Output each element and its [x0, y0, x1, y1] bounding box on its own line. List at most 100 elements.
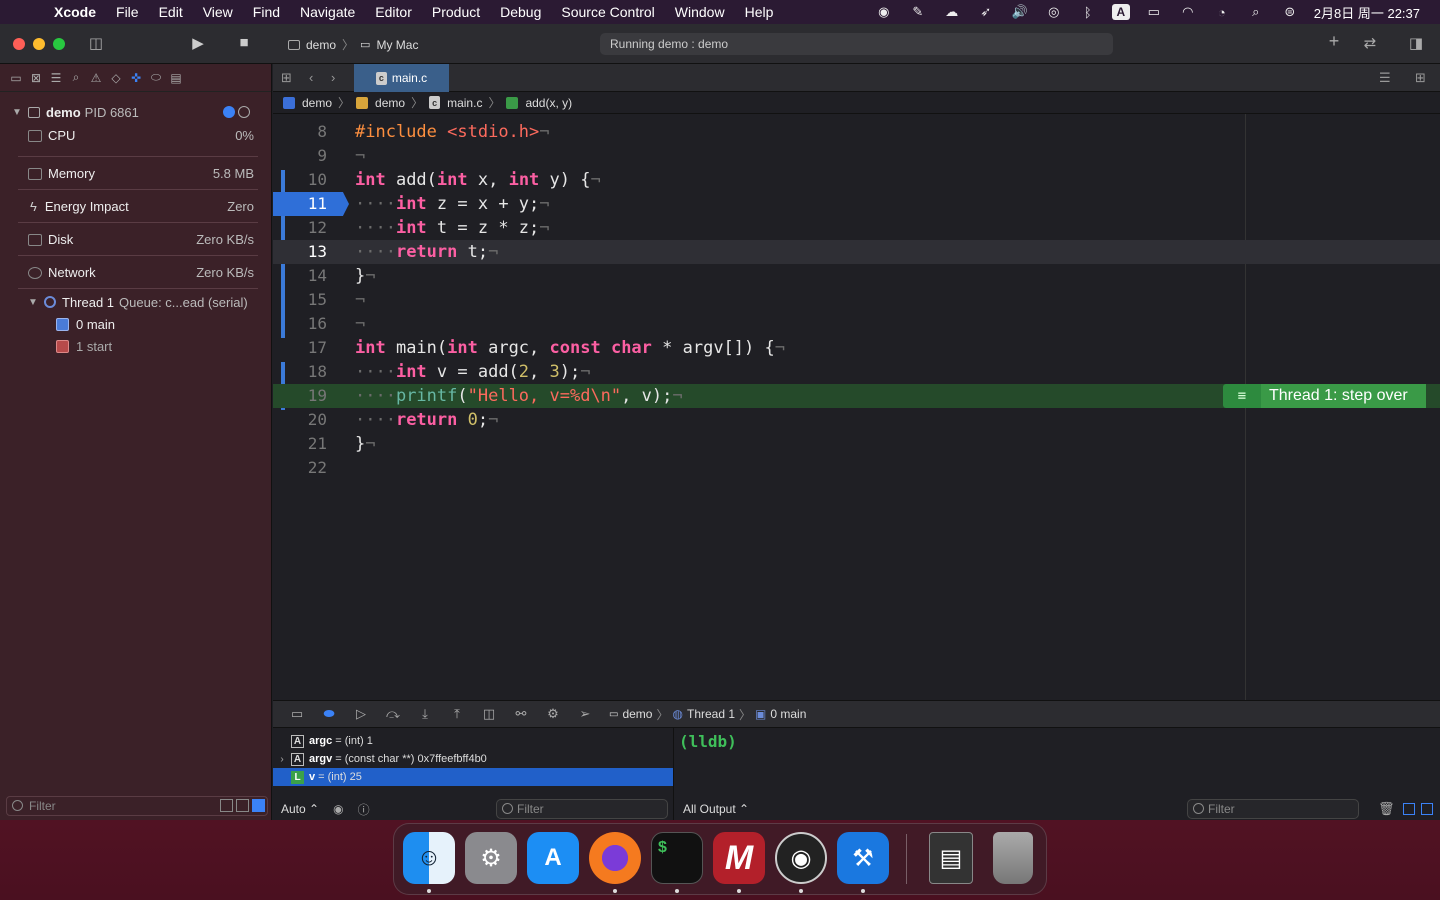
- issue-icon[interactable]: ⚠: [86, 71, 106, 85]
- control-center-icon[interactable]: ⊜: [1280, 4, 1300, 20]
- gauge-disk[interactable]: Disk Zero KB/s: [0, 223, 272, 256]
- simulate-location-icon[interactable]: ➢: [569, 706, 601, 722]
- terminal-icon[interactable]: $: [651, 832, 703, 884]
- filter-option-icon[interactable]: [220, 799, 233, 812]
- filter-option-icon[interactable]: [252, 799, 265, 812]
- variables-scope-popup[interactable]: Auto ⌃: [281, 802, 319, 816]
- thread-pc-label[interactable]: ≡ Thread 1: step over: [1223, 384, 1426, 408]
- source-editor[interactable]: 8 #include <stdio.h>¬ 9 ¬ 10 int add(int…: [273, 114, 1440, 700]
- instruction-pointer-icon[interactable]: ≡: [1223, 384, 1261, 408]
- menu-edit[interactable]: Edit: [159, 4, 183, 20]
- report-icon[interactable]: ▤: [166, 71, 186, 85]
- wifi-icon[interactable]: ◠: [1178, 4, 1198, 20]
- matlab-icon[interactable]: M: [713, 832, 765, 884]
- gauge-cpu[interactable]: CPU 0%: [0, 124, 272, 157]
- user-icon[interactable]: ◔: [1212, 4, 1232, 20]
- tab-main-c[interactable]: c main.c: [354, 64, 449, 92]
- gauge-network[interactable]: Network Zero KB/s: [0, 256, 272, 289]
- eye-icon[interactable]: ◉: [333, 802, 343, 816]
- search-icon[interactable]: ⌕: [66, 70, 86, 85]
- crumb-process[interactable]: demo: [622, 707, 652, 721]
- firefox-icon[interactable]: [589, 832, 641, 884]
- inspector-toggle-icon[interactable]: ◨: [1405, 34, 1427, 52]
- menu-navigate[interactable]: Navigate: [300, 4, 355, 20]
- app-store-icon[interactable]: A: [527, 832, 579, 884]
- xcode-icon[interactable]: ⚒: [837, 832, 889, 884]
- step-out-icon[interactable]: ⤒: [441, 706, 473, 722]
- stop-button-icon[interactable]: ■: [233, 34, 255, 51]
- jump-project[interactable]: demo: [302, 96, 332, 110]
- view-hierarchy-icon[interactable]: ◫: [473, 706, 505, 722]
- feather-icon[interactable]: ✎: [908, 4, 928, 20]
- gauge-energy[interactable]: ϟ Energy Impact Zero: [0, 190, 272, 223]
- zoom-button[interactable]: [53, 38, 65, 50]
- filter-option-icon[interactable]: [236, 799, 249, 812]
- frame-row[interactable]: 1 start: [0, 335, 272, 357]
- variable-row[interactable]: A argc = (int) 1: [273, 732, 673, 750]
- process-row[interactable]: ▼ demo PID 6861: [0, 100, 272, 124]
- disclosure-down-icon[interactable]: ▼: [12, 107, 24, 118]
- info-icon[interactable]: ⓘ: [358, 801, 370, 818]
- variables-filter[interactable]: Filter: [496, 799, 668, 819]
- pause-icon[interactable]: [238, 106, 250, 118]
- menu-debug[interactable]: Debug: [500, 4, 541, 20]
- menu-source-control[interactable]: Source Control: [561, 4, 654, 20]
- thread-row[interactable]: ▼ Thread 1 Queue: c...ead (serial): [0, 291, 272, 313]
- gauge-memory[interactable]: Memory 5.8 MB: [0, 157, 272, 190]
- system-preferences-icon[interactable]: ⚙: [465, 832, 517, 884]
- console-filter[interactable]: Filter: [1187, 799, 1359, 819]
- navigator-filter[interactable]: Filter: [6, 796, 268, 816]
- breakpoints-toggle-icon[interactable]: ⬬: [313, 706, 345, 722]
- bluetooth-icon[interactable]: ᛒ: [1078, 4, 1098, 20]
- environment-overrides-icon[interactable]: ⚙: [537, 706, 569, 722]
- jump-group[interactable]: demo: [375, 96, 405, 110]
- menu-app[interactable]: Xcode: [54, 4, 96, 20]
- input-source-icon[interactable]: A: [1111, 4, 1130, 20]
- spotlight-icon[interactable]: ⌕: [1246, 4, 1266, 20]
- grid-icon[interactable]: ⊞: [281, 70, 292, 86]
- breakpoint-icon[interactable]: ⬭: [146, 70, 166, 85]
- library-plus-icon[interactable]: +: [1323, 31, 1345, 52]
- source-control-icon[interactable]: ⊠: [26, 71, 46, 85]
- close-button[interactable]: [13, 38, 25, 50]
- trash-icon[interactable]: [993, 832, 1033, 884]
- editor-options-icon[interactable]: ☰: [1379, 70, 1391, 86]
- disclosure-right-icon[interactable]: ›: [273, 754, 291, 765]
- code-review-icon[interactable]: ⇄: [1359, 34, 1381, 52]
- hide-debug-area-icon[interactable]: ▭: [281, 706, 313, 722]
- battery-icon[interactable]: ▭: [1144, 4, 1164, 20]
- variable-row-selected[interactable]: L v = (int) 25: [273, 768, 673, 786]
- disclosure-down-icon[interactable]: ▼: [28, 297, 40, 308]
- volume-icon[interactable]: 🔊: [1010, 4, 1030, 20]
- jump-file[interactable]: main.c: [447, 96, 482, 110]
- menu-editor[interactable]: Editor: [375, 4, 412, 20]
- cloud-icon[interactable]: ☁: [942, 4, 962, 20]
- obs-icon[interactable]: ◉: [775, 832, 827, 884]
- menu-help[interactable]: Help: [745, 4, 774, 20]
- airdrop-icon[interactable]: ◎: [1044, 4, 1064, 20]
- menu-window[interactable]: Window: [675, 4, 725, 20]
- jump-function[interactable]: add(x, y): [525, 96, 572, 110]
- rocket-icon[interactable]: ➶: [976, 4, 996, 20]
- trash-icon[interactable]: 🗑: [1378, 801, 1395, 817]
- variable-row[interactable]: › A argv = (const char **) 0x7ffeefbff4b…: [273, 750, 673, 768]
- menu-find[interactable]: Find: [253, 4, 280, 20]
- step-into-icon[interactable]: ⤓: [409, 706, 441, 722]
- console-view[interactable]: (lldb) All Output ⌃ Filter 🗑: [675, 728, 1440, 820]
- forward-icon[interactable]: ›: [331, 70, 335, 85]
- split-right-icon[interactable]: [1421, 803, 1433, 815]
- step-over-icon[interactable]: ⤼: [377, 706, 409, 722]
- continue-icon[interactable]: ▷: [345, 706, 377, 722]
- memory-graph-icon[interactable]: ⚯: [505, 706, 537, 722]
- obs-icon[interactable]: ◉: [874, 4, 894, 20]
- finder-icon[interactable]: ☺: [403, 832, 455, 884]
- split-editor-icon[interactable]: ⊞: [1415, 70, 1426, 86]
- documents-icon[interactable]: ▤: [929, 832, 973, 884]
- split-left-icon[interactable]: [1403, 803, 1415, 815]
- back-icon[interactable]: ‹: [309, 70, 313, 85]
- crumb-thread[interactable]: Thread 1: [687, 707, 735, 721]
- debug-icon[interactable]: ✜: [126, 71, 146, 85]
- test-icon[interactable]: ◇: [106, 71, 126, 85]
- console-output-popup[interactable]: All Output ⌃: [683, 802, 749, 816]
- folder-icon[interactable]: ▭: [6, 71, 26, 85]
